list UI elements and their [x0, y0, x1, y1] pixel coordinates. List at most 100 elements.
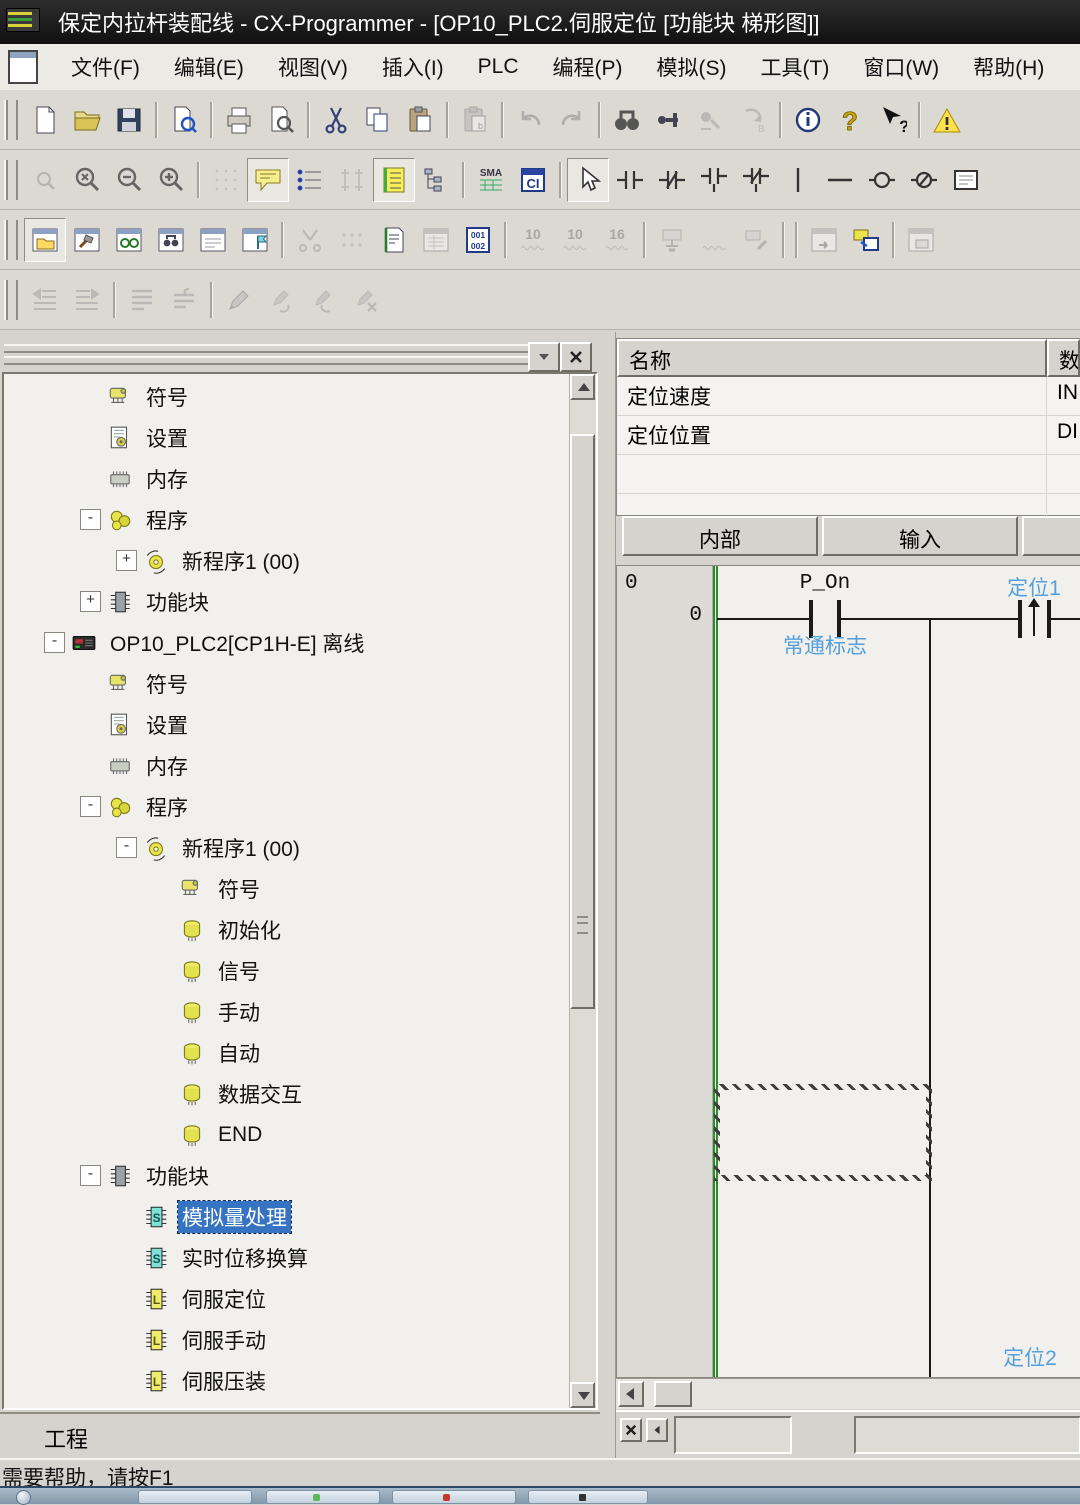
context-help-button[interactable]: ? — [871, 98, 913, 142]
memory-view-button[interactable] — [415, 218, 457, 262]
variable-row[interactable]: 定位位置DI — [617, 416, 1080, 455]
warning-button[interactable] — [926, 98, 968, 142]
edit-pen-redo-button[interactable] — [302, 278, 344, 322]
properties-button[interactable] — [234, 218, 276, 262]
menu-item-模拟(S)[interactable]: 模拟(S) — [640, 46, 744, 88]
output-window-button[interactable] — [66, 218, 108, 262]
workspace-title-grip[interactable] — [0, 340, 600, 372]
edit-pen-button[interactable] — [218, 278, 260, 322]
cross-reference-button[interactable] — [150, 218, 192, 262]
tree-expander[interactable]: - — [80, 1165, 101, 1186]
scroll-left-button[interactable] — [618, 1381, 644, 1407]
variable-row[interactable]: 定位速度IN — [617, 377, 1080, 416]
tree-item-伺服压装[interactable]: +L伺服压装 — [4, 1360, 570, 1401]
cut-button[interactable] — [315, 98, 357, 142]
tree-item-信号[interactable]: +信号 — [4, 950, 570, 991]
variable-tab-输入[interactable]: 输入 — [822, 516, 1018, 556]
online-edit-button[interactable] — [735, 218, 777, 262]
child-window-icon[interactable] — [8, 50, 38, 84]
find-button[interactable] — [606, 98, 648, 142]
tree-item-符号[interactable]: +符号 — [4, 663, 570, 704]
monitor-decimal-button[interactable]: 10 — [554, 218, 596, 262]
tree-item-符号[interactable]: +符号 — [4, 868, 570, 909]
copy-button[interactable] — [357, 98, 399, 142]
save-project-button[interactable] — [108, 98, 150, 142]
toolbar-grip[interactable] — [4, 160, 18, 200]
rung-annotations-button[interactable] — [289, 158, 331, 202]
workspace-menu-button[interactable] — [528, 342, 560, 372]
undo-button[interactable] — [509, 98, 551, 142]
find-transfer-button[interactable] — [690, 98, 732, 142]
work-online-button[interactable] — [651, 218, 693, 262]
menu-item-窗口(W)[interactable]: 窗口(W) — [846, 46, 956, 88]
indent-right-button[interactable] — [66, 278, 108, 322]
find-back-button[interactable]: B — [732, 98, 774, 142]
new-or-closed-contact-button[interactable] — [735, 158, 777, 202]
indent-left-button[interactable] — [24, 278, 66, 322]
section-list-button[interactable] — [373, 158, 415, 202]
monitor-hex-button[interactable]: 16 — [596, 218, 638, 262]
transfer-program-button[interactable] — [803, 218, 845, 262]
new-closed-coil-button[interactable] — [903, 158, 945, 202]
variable-tab-内部[interactable]: 内部 — [622, 516, 818, 556]
workspace-close-button[interactable] — [560, 342, 592, 372]
symbol-tree-button[interactable] — [415, 158, 457, 202]
column-header-数[interactable]: 数 — [1047, 339, 1080, 377]
tree-item-模拟量处理[interactable]: +S模拟量处理 — [4, 1196, 570, 1237]
monitor-mode-button[interactable] — [693, 218, 735, 262]
show-comments-button[interactable] — [247, 158, 289, 202]
tree-item-设置[interactable]: +设置 — [4, 417, 570, 458]
redo-button[interactable] — [551, 98, 593, 142]
menu-item-工具(T)[interactable]: 工具(T) — [744, 46, 847, 88]
variable-type-cell[interactable] — [1047, 455, 1080, 493]
info-button[interactable] — [787, 98, 829, 142]
tree-item-OP10_PLC2[CP1H-E] 离线[interactable]: -OP10_PLC2[CP1H-E] 离线 — [4, 622, 570, 663]
mnemonic-view-button[interactable]: SMA — [470, 158, 512, 202]
output-close-button[interactable] — [620, 1418, 642, 1442]
tree-item-手动[interactable]: +手动 — [4, 991, 570, 1032]
variable-type-cell[interactable]: IN — [1047, 377, 1080, 415]
menu-item-视图(V)[interactable]: 视图(V) — [261, 46, 365, 88]
tree-item-数据交互[interactable]: +数据交互 — [4, 1073, 570, 1114]
edit-pen-undo-button[interactable] — [260, 278, 302, 322]
tree-item-功能块[interactable]: +功能块 — [4, 581, 570, 622]
local-window-button[interactable] — [192, 218, 234, 262]
tree-item-伺服手动[interactable]: +L伺服手动 — [4, 1319, 570, 1360]
tree-item-程序[interactable]: -程序 — [4, 786, 570, 827]
tree-item-伺服定位[interactable]: +L伺服定位 — [4, 1278, 570, 1319]
tree-expander[interactable]: - — [116, 837, 137, 858]
tab-project[interactable]: 工程 — [6, 1414, 126, 1454]
output-collapse-button[interactable] — [646, 1418, 668, 1442]
toolbar-grip[interactable] — [4, 100, 18, 140]
new-closed-contact-button[interactable] — [651, 158, 693, 202]
tree-expander[interactable]: + — [116, 550, 137, 571]
list-b-button[interactable] — [163, 278, 205, 322]
section-view-button[interactable] — [373, 218, 415, 262]
tree-item-设置[interactable]: +设置 — [4, 704, 570, 745]
scroll-thumb[interactable] — [570, 434, 595, 1009]
tree-expander[interactable]: + — [80, 591, 101, 612]
tree-item-END[interactable]: +END — [4, 1114, 570, 1155]
menu-item-插入(I)[interactable]: 插入(I) — [365, 46, 461, 88]
ladder-editor[interactable]: 0 0 P_On 常通标志 定位1 定位2 — [616, 565, 1080, 1378]
scroll-up-button[interactable] — [570, 374, 595, 400]
tree-item-内存[interactable]: +内存 — [4, 458, 570, 499]
new-horizontal-button[interactable] — [819, 158, 861, 202]
tree-item-程序[interactable]: -程序 — [4, 499, 570, 540]
tree-item-新程序1 (00)[interactable]: -新程序1 (00) — [4, 827, 570, 868]
toolbar-grip[interactable] — [4, 220, 18, 260]
help-topics-button[interactable]: ? — [829, 98, 871, 142]
variable-name-cell[interactable]: 定位位置 — [617, 416, 1047, 454]
split-window-button[interactable] — [289, 218, 331, 262]
scroll-down-button[interactable] — [570, 1382, 595, 1408]
tree-item-内存[interactable]: +内存 — [4, 745, 570, 786]
select-mode-button[interactable] — [567, 158, 609, 202]
menu-item-帮助(H)[interactable]: 帮助(H) — [956, 46, 1061, 88]
tree-item-初始化[interactable]: +初始化 — [4, 909, 570, 950]
tree-expander[interactable]: - — [44, 632, 65, 653]
ci-instruction-button[interactable]: CI — [512, 158, 554, 202]
toolbar-grip[interactable] — [4, 280, 18, 320]
io-table-button[interactable]: 001002 — [457, 218, 499, 262]
edit-pen-cancel-button[interactable] — [344, 278, 386, 322]
ladder-horizontal-scrollbar[interactable] — [616, 1378, 1080, 1409]
